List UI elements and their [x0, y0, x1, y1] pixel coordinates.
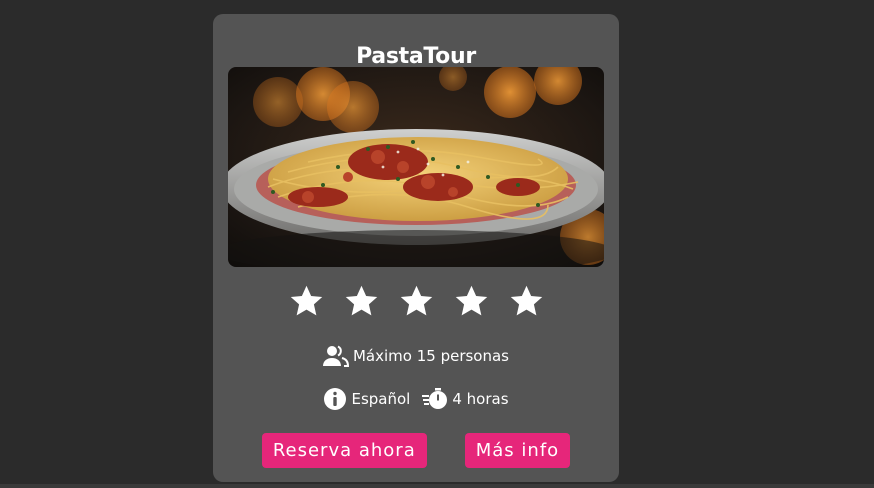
- bottom-bar: [0, 484, 874, 488]
- info-icon: [323, 387, 347, 411]
- tour-meta: Español 4 horas: [213, 387, 619, 411]
- rating-stars: [213, 283, 619, 320]
- star-icon[interactable]: [288, 283, 325, 320]
- star-icon[interactable]: [398, 283, 435, 320]
- duration-text: 4 horas: [452, 390, 509, 408]
- star-icon[interactable]: [453, 283, 490, 320]
- page: PastaTour Máximo 15 personas Español 4 h…: [0, 0, 874, 488]
- capacity-text: Máximo 15 personas: [352, 347, 509, 365]
- star-icon[interactable]: [343, 283, 380, 320]
- card-title: PastaTour: [356, 44, 476, 69]
- card-actions: Reserva ahora Más info: [213, 433, 619, 468]
- language-text: Español: [351, 390, 411, 408]
- star-icon[interactable]: [508, 283, 545, 320]
- language-info: Español: [323, 387, 410, 411]
- users-icon: [322, 344, 349, 368]
- tour-card: PastaTour Máximo 15 personas Español 4 h…: [213, 14, 619, 482]
- reserve-button[interactable]: Reserva ahora: [261, 433, 427, 468]
- more-info-button[interactable]: Más info: [464, 433, 571, 468]
- duration-info: 4 horas: [422, 387, 509, 411]
- tour-image: [228, 67, 604, 267]
- stopwatch-icon: [422, 387, 448, 411]
- capacity-info: Máximo 15 personas: [213, 344, 619, 368]
